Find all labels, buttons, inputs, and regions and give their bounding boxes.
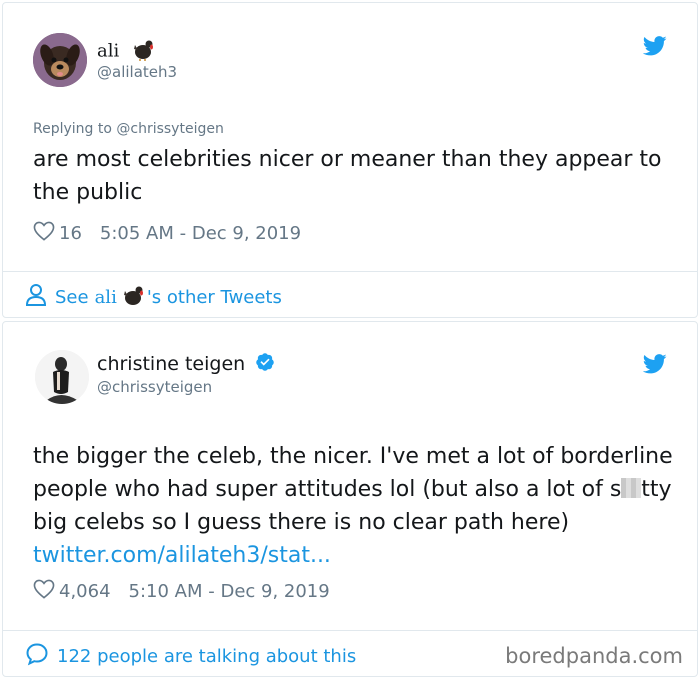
- tweet-meta: 16 5:05 AM - Dec 9, 2019: [33, 221, 301, 246]
- tweet-card-chrissy: christine teigen @chrissyteigen the bigg…: [2, 321, 698, 677]
- divider: [3, 271, 697, 272]
- profile-photo: [35, 350, 89, 404]
- display-name[interactable]: christine teigen: [97, 352, 275, 377]
- censor-pixelation: [621, 478, 642, 498]
- display-name[interactable]: ali: [97, 37, 155, 66]
- timestamp[interactable]: 5:05 AM - Dec 9, 2019: [100, 223, 301, 244]
- divider: [3, 630, 697, 631]
- verified-badge-icon: [255, 352, 275, 377]
- see-other-tweets-link[interactable]: See ali 's other Tweets: [25, 283, 282, 312]
- turkey-emoji-icon: [131, 37, 155, 66]
- avatar[interactable]: [33, 33, 87, 87]
- tweet-link[interactable]: twitter.com/alilateh3/stat...: [33, 543, 331, 568]
- avatar[interactable]: [35, 350, 89, 404]
- user-handle[interactable]: @alilateh3: [97, 63, 177, 81]
- conversation-link[interactable]: 122 people are talking about this: [25, 642, 356, 671]
- like-count: 16: [59, 223, 82, 244]
- person-icon: [25, 283, 47, 312]
- timestamp[interactable]: 5:10 AM - Dec 9, 2019: [129, 581, 330, 602]
- dog-avatar-image: [33, 33, 87, 87]
- like-count: 4,064: [59, 581, 111, 602]
- tweet-meta: 4,064 5:10 AM - Dec 9, 2019: [33, 579, 330, 604]
- turkey-emoji-icon: [121, 283, 145, 312]
- replying-to[interactable]: Replying to @chrissyteigen: [33, 121, 224, 137]
- heart-icon[interactable]: [33, 221, 55, 246]
- watermark: boredpanda.com: [505, 644, 683, 668]
- tweet-card-ali: ali @alilateh3 Replying to @chrissyteige…: [2, 2, 698, 318]
- tweet-text: the bigger the celeb, the nicer. I've me…: [33, 444, 673, 568]
- tweet-text: are most celebrities nicer or meaner tha…: [33, 147, 662, 205]
- user-handle[interactable]: @chrissyteigen: [97, 378, 212, 396]
- speech-bubble-icon: [25, 642, 49, 671]
- heart-icon[interactable]: [33, 579, 55, 604]
- twitter-bird-icon[interactable]: [643, 36, 667, 56]
- twitter-bird-icon[interactable]: [643, 354, 667, 374]
